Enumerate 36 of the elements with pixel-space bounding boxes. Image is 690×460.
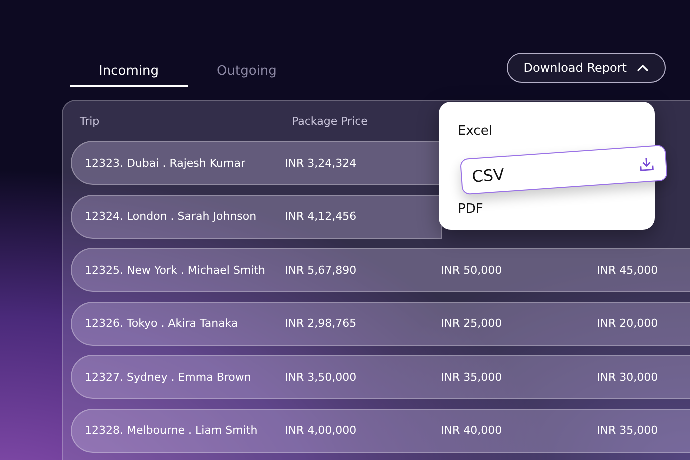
- table-row[interactable]: 12326. Tokyo . Akira Tanaka INR 2,98,765 INR 25,000 INR 20,000: [71, 302, 690, 346]
- menu-item[interactable]: Excel: [439, 120, 655, 142]
- table-cell-text: 12326. Tokyo . Akira Tanaka: [84, 317, 240, 330]
- table-cell-text: INR 50,000: [441, 264, 504, 276]
- tab[interactable]: Outgoing: [188, 56, 306, 86]
- chevron-icon: [637, 64, 649, 72]
- table-cell-text: INR 25,000: [441, 317, 504, 330]
- table-cell-text: 12328. Melbourne . Liam Smith: [84, 424, 259, 437]
- table-cell: INR 20,000: [597, 317, 658, 330]
- table-cell-text: 12324. London . Sarah Johnson: [84, 210, 258, 223]
- table-cell-text: INR 5,67,890: [285, 264, 358, 276]
- table-cell-text: INR 4,12,456: [285, 210, 358, 223]
- tab[interactable]: Incoming: [70, 56, 188, 86]
- table-cell: INR 45,000: [597, 264, 658, 276]
- column-header: Package Price: [291, 114, 368, 128]
- table-row[interactable]: 12324. London . Sarah Johnson INR 4,12,456: [71, 194, 442, 238]
- table-cell-text: INR 4,00,000: [285, 424, 358, 437]
- table-cell-text: INR 3,24,324: [285, 156, 358, 170]
- table-cell-text: 12323. Dubai . Rajesh Kumar: [84, 156, 246, 170]
- menu-item[interactable]: PDF: [439, 198, 655, 220]
- table-cell: INR 30,000: [597, 370, 658, 384]
- table-row[interactable]: 12323. Dubai . Rajesh Kumar INR 3,24,324: [71, 141, 442, 185]
- table-row[interactable]: 12327. Sydney . Emma Brown INR 3,50,000 INR 35,000 INR 30,000: [71, 355, 690, 399]
- table-row[interactable]: 12325. New York . Michael Smith INR 5,67,890 INR 50,000 INR 45,000: [71, 248, 690, 292]
- table-cell-text: INR 35,000: [441, 370, 504, 384]
- menu-item[interactable]: CSV: [460, 144, 668, 196]
- table-cell: INR 35,000: [597, 424, 658, 437]
- table-cell-text: 12327. Sydney . Emma Brown: [84, 370, 252, 384]
- download-icon: [639, 156, 654, 172]
- table-row[interactable]: 12328. Melbourne . Liam Smith INR 4,00,000 INR 40,000 INR 35,000: [71, 408, 690, 452]
- download-report-button[interactable]: Download Report: [506, 53, 666, 83]
- table-cell-text: INR 2,98,765: [285, 317, 358, 330]
- table-cell-text: INR 40,000: [441, 424, 504, 437]
- table-cell-text: 12325. New York . Michael Smith: [84, 264, 267, 276]
- table-cell-text: INR 3,50,000: [285, 370, 358, 384]
- column-header: Trip: [79, 114, 101, 128]
